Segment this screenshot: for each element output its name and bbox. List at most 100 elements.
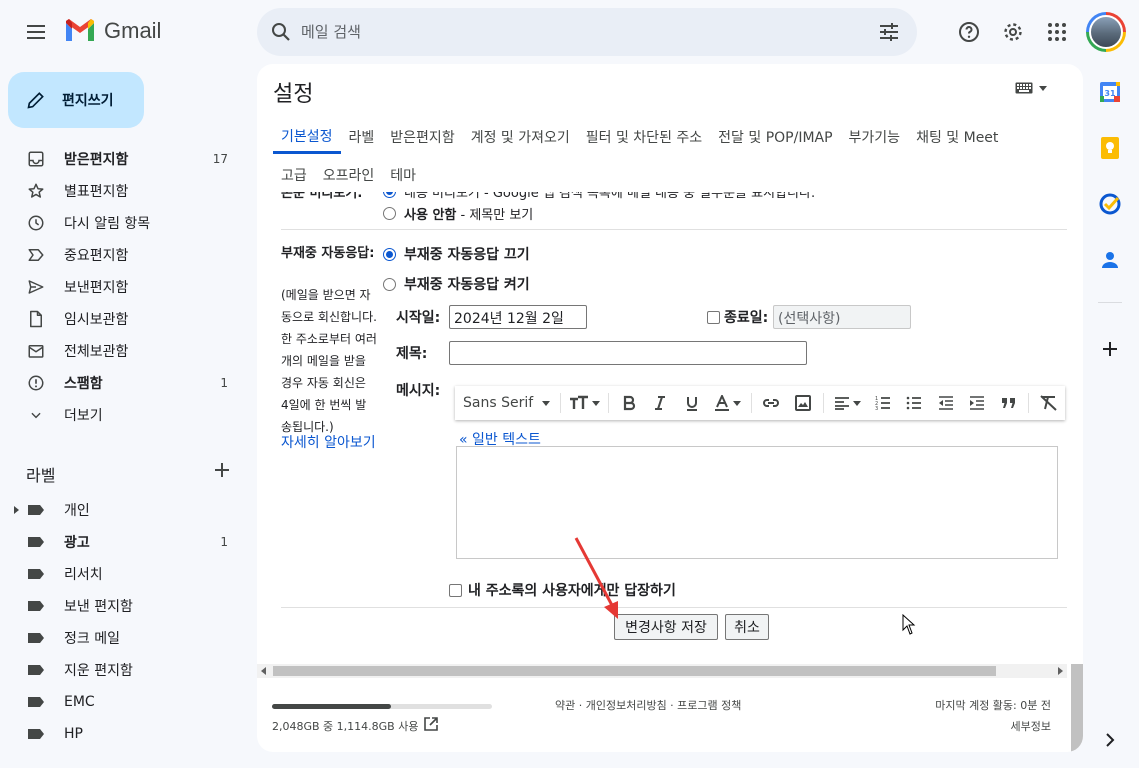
- label-tag-icon: [28, 665, 44, 675]
- label-name: HP: [64, 726, 83, 742]
- bold-button[interactable]: [613, 386, 644, 420]
- calendar-icon[interactable]: 31: [1098, 80, 1122, 104]
- label-item-personal[interactable]: 개인: [0, 494, 256, 526]
- preview-on-radio[interactable]: [383, 192, 396, 198]
- open-external-icon[interactable]: [423, 716, 439, 732]
- vacation-on-radio[interactable]: [383, 277, 396, 291]
- label-item-hp[interactable]: HP: [0, 718, 256, 750]
- compose-button[interactable]: 편지쓰기: [8, 72, 144, 128]
- tab-labels[interactable]: 라벨: [341, 120, 383, 154]
- tab-themes[interactable]: 테마: [382, 158, 424, 192]
- indent-more-button[interactable]: [961, 386, 992, 420]
- contacts-only-option[interactable]: 내 주소록의 사용자에게만 답장하기: [449, 580, 676, 600]
- font-size-button[interactable]: [565, 386, 604, 420]
- sidebar-item-inbox[interactable]: 받은편지함 17: [0, 143, 256, 175]
- sidebar-item-important[interactable]: 중요편지함: [0, 239, 256, 271]
- text-color-button[interactable]: [707, 386, 746, 420]
- tab-offline[interactable]: 오프라인: [315, 158, 383, 192]
- search-input[interactable]: [301, 20, 861, 44]
- tasks-icon[interactable]: [1098, 192, 1122, 216]
- start-date-input[interactable]: 2024년 12월 2일: [449, 305, 587, 329]
- mouse-cursor-icon: [902, 614, 916, 635]
- tab-addons[interactable]: 부가기능: [841, 120, 909, 154]
- add-label-icon[interactable]: [212, 460, 232, 480]
- vacation-description: (메일을 받으면 자동으로 회신합니다. 한 주소로부터 여러 개의 메일을 받…: [281, 288, 377, 434]
- remove-formatting-button[interactable]: [1033, 386, 1064, 420]
- vacation-off-radio[interactable]: [383, 247, 396, 261]
- scrollbar-thumb[interactable]: [273, 666, 996, 676]
- sidebar-item-label: 보낸편지함: [64, 280, 129, 296]
- tab-general[interactable]: 기본설정: [273, 120, 341, 154]
- tab-chat-meet[interactable]: 채팅 및 Meet: [908, 120, 1006, 154]
- tab-inbox[interactable]: 받은편지함: [382, 120, 462, 154]
- sidebar-item-snoozed[interactable]: 다시 알림 항목: [0, 207, 256, 239]
- end-date-input[interactable]: (선택사항): [773, 305, 911, 329]
- learn-more-link[interactable]: 자세히 알아보기: [281, 432, 376, 452]
- label-item-emc[interactable]: EMC: [0, 686, 256, 718]
- horizontal-scrollbar[interactable]: [257, 664, 1067, 678]
- quote-button[interactable]: [993, 386, 1024, 420]
- sidebar-item-spam[interactable]: 스팸함 1: [0, 367, 256, 399]
- numbered-list-button[interactable]: 123: [867, 386, 898, 420]
- search-options-icon[interactable]: [877, 20, 901, 44]
- gmail-logo[interactable]: Gmail: [64, 18, 161, 44]
- preview-on-option[interactable]: 내용 미리보기 - Google 앱 검색 목록에 메일 내용 중 일부분을 표…: [383, 192, 815, 201]
- tab-advanced[interactable]: 고급: [273, 158, 315, 192]
- vacation-on-option[interactable]: 부재중 자동응답 켜기: [383, 274, 530, 294]
- tab-filters[interactable]: 필터 및 차단된 주소: [578, 120, 710, 154]
- label-item-sent-box[interactable]: 보낸 편지함: [0, 590, 256, 622]
- tab-forwarding[interactable]: 전달 및 POP/IMAP: [710, 120, 840, 154]
- sidebar-item-drafts[interactable]: 임시보관함: [0, 303, 256, 335]
- chevron-right-icon[interactable]: [1098, 728, 1122, 752]
- subject-input[interactable]: [449, 341, 807, 365]
- contacts-icon[interactable]: [1098, 248, 1122, 272]
- insert-image-button[interactable]: [787, 386, 818, 420]
- keep-icon[interactable]: [1098, 136, 1122, 160]
- label-tag-icon: [28, 601, 44, 611]
- contacts-only-checkbox[interactable]: [449, 583, 462, 597]
- indent-less-button[interactable]: [930, 386, 961, 420]
- sidebar-item-all-mail[interactable]: 전체보관함: [0, 335, 256, 367]
- account-avatar[interactable]: [1086, 12, 1126, 52]
- label-item-deleted[interactable]: 지운 편지함: [0, 654, 256, 686]
- message-editor[interactable]: [456, 446, 1058, 559]
- quote-icon: [1001, 398, 1015, 408]
- footer-links[interactable]: 약관 · 개인정보처리방침 · 프로그램 정책: [555, 697, 741, 713]
- preview-off-radio[interactable]: [383, 207, 396, 220]
- sidebar-item-starred[interactable]: 별표편지함: [0, 175, 256, 207]
- vacation-off-option[interactable]: 부재중 자동응답 끄기: [383, 244, 530, 264]
- preview-off-option[interactable]: 사용 안함 - 제목만 보기: [383, 204, 533, 223]
- end-date-checkbox[interactable]: [707, 310, 720, 324]
- details-link[interactable]: 세부정보: [1011, 718, 1051, 734]
- search-bar[interactable]: [257, 8, 917, 56]
- label-item-ads[interactable]: 광고 1: [0, 526, 256, 558]
- input-tools-button[interactable]: [1015, 82, 1047, 94]
- font-family-select[interactable]: Sans Serif: [461, 386, 556, 420]
- scroll-right-icon[interactable]: [1058, 667, 1063, 675]
- scroll-left-icon[interactable]: [261, 667, 266, 675]
- clock-icon: [26, 213, 46, 233]
- main-menu-icon[interactable]: [24, 20, 48, 44]
- compose-label: 편지쓰기: [62, 93, 114, 109]
- bulleted-list-button[interactable]: [899, 386, 930, 420]
- add-addon-icon[interactable]: [1098, 337, 1122, 361]
- sidebar-item-label: 더보기: [64, 408, 103, 424]
- label-item-research[interactable]: 리서치: [0, 558, 256, 590]
- insert-link-button[interactable]: [756, 386, 787, 420]
- label-item-junk[interactable]: 정크 메일: [0, 622, 256, 654]
- cancel-button[interactable]: 취소: [725, 614, 769, 640]
- sidebar-item-sent[interactable]: 보낸편지함: [0, 271, 256, 303]
- sidebar-item-more[interactable]: 더보기: [0, 399, 256, 431]
- align-button[interactable]: [828, 386, 867, 420]
- expand-caret-icon[interactable]: [14, 506, 19, 514]
- clear-format-icon: [1040, 395, 1057, 411]
- end-date-option[interactable]: 종료일:: [707, 307, 768, 327]
- help-icon[interactable]: [957, 20, 981, 44]
- search-icon[interactable]: [269, 20, 293, 44]
- apps-grid-icon[interactable]: [1045, 20, 1069, 44]
- font-family-value: Sans Serif: [463, 395, 534, 411]
- underline-button[interactable]: [676, 386, 707, 420]
- tab-accounts[interactable]: 계정 및 가져오기: [463, 120, 578, 154]
- gear-icon[interactable]: [1001, 20, 1025, 44]
- italic-button[interactable]: [644, 386, 675, 420]
